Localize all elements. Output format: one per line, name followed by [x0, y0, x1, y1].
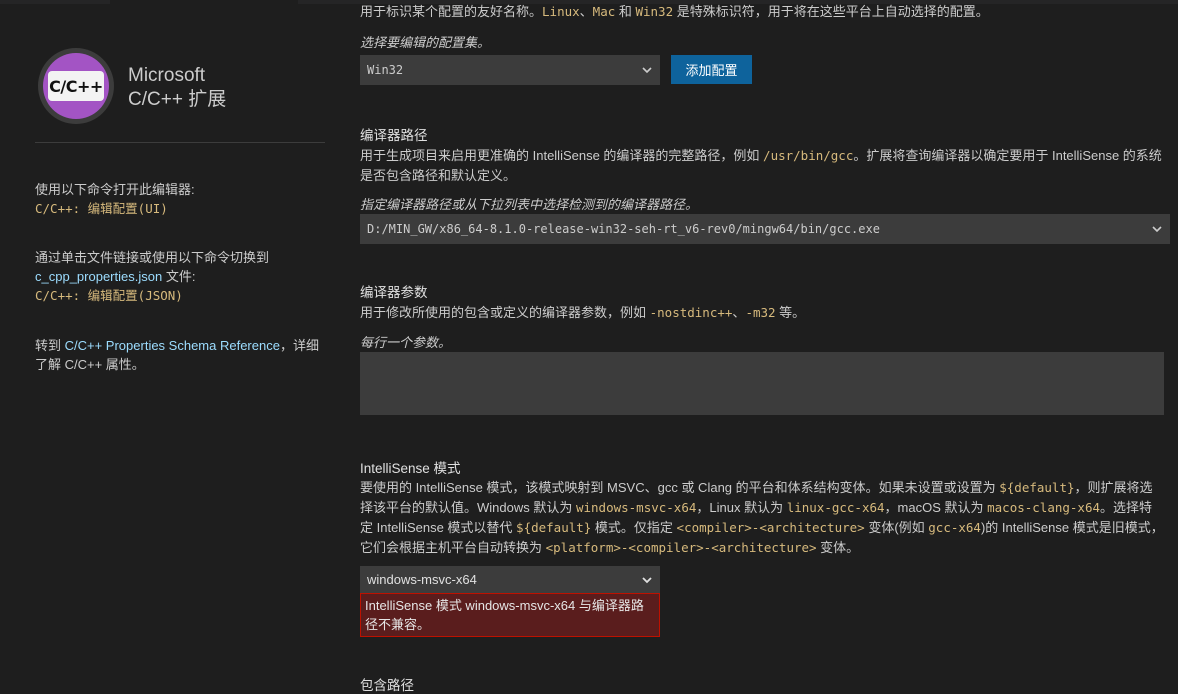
json-file-link[interactable]: c_cpp_properties.json: [35, 269, 162, 284]
compiler-args-desc-a: 用于修改所使用的包含或定义的编译器参数，例如: [360, 305, 650, 320]
sidebar-divider: [35, 142, 325, 143]
open-editor-text: 使用以下命令打开此编辑器:: [35, 182, 195, 197]
compiler-args-desc-b: 等。: [775, 305, 806, 320]
add-configuration-button[interactable]: 添加配置: [671, 55, 752, 84]
is-desc-7: 变体(例如: [864, 520, 929, 535]
schema-prefix: 转到: [35, 338, 65, 353]
chevron-down-icon: [1152, 226, 1162, 233]
logo-label: C/C++: [48, 71, 104, 101]
chevron-down-icon: [642, 576, 652, 583]
intellisense-mode-value: windows-msvc-x64: [367, 572, 477, 587]
code-default: ${default}: [999, 480, 1075, 495]
is-desc-9: 变体。: [816, 540, 860, 555]
intellisense-mode-select[interactable]: windows-msvc-x64: [360, 566, 660, 593]
code-usr-bin-gcc: /usr/bin/gcc: [763, 148, 854, 163]
code-linux-gcc-x64: linux-gcc-x64: [786, 500, 885, 515]
code-platform-compiler-architecture: <platform>-<compiler>-<architecture>: [545, 540, 817, 555]
open-editor-info: 使用以下命令打开此编辑器: C/C++: 编辑配置(UI): [35, 180, 325, 218]
schema-reference-info: 转到 C/C++ Properties Schema Reference，详细了…: [35, 336, 325, 374]
sidebar: C/C++ Microsoft C/C++ 扩展 使用以下命令打开此编辑器: C…: [0, 0, 345, 685]
json-file-suffix: 文件:: [162, 269, 196, 284]
compiler-path-hint: 指定编译器路径或从下拉列表中选择检测到的编译器路径。: [360, 197, 699, 212]
compiler-args-sep: 、: [732, 305, 746, 320]
config-select[interactable]: Win32: [360, 55, 660, 85]
config-name-description: 用于标识某个配置的友好名称。Linux、Mac 和 Win32 是特殊标识符，用…: [360, 2, 1165, 22]
code-macos-clang-x64: macos-clang-x64: [987, 500, 1101, 515]
config-desc-suffix: 是特殊标识符，用于将在这些平台上自动选择的配置。: [673, 4, 989, 19]
switch-json-file-line: c_cpp_properties.json 文件:: [35, 267, 325, 286]
logo-ring: C/C++: [43, 53, 109, 119]
compiler-args-textarea[interactable]: [360, 352, 1164, 415]
compiler-path-value: D:/MIN_GW/x86_64-8.1.0-release-win32-seh…: [367, 222, 880, 236]
open-editor-command: C/C++: 编辑配置(UI): [35, 201, 168, 216]
compiler-args-description: 用于修改所使用的包含或定义的编译器参数，例如 -nostdinc++、-m32 …: [360, 303, 1165, 323]
code-m32: -m32: [745, 305, 776, 320]
brand-line-1: Microsoft: [128, 65, 206, 86]
config-desc-sep: 、: [579, 4, 593, 19]
code-default-2: ${default}: [516, 520, 592, 535]
compiler-path-description: 用于生成项目来启用更准确的 IntelliSense 的编译器的完整路径，例如 …: [360, 146, 1165, 186]
code-nostdinc: -nostdinc++: [649, 305, 733, 320]
extension-title: Microsoft C/C++ 扩展: [128, 64, 226, 112]
compiler-args-hint: 每行一个参数。: [360, 335, 452, 350]
code-mac: Mac: [592, 4, 616, 19]
intellisense-mode-error: IntelliSense 模式 windows-msvc-x64 与编译器路径不…: [360, 593, 660, 637]
include-path-title: 包含路径: [360, 678, 414, 693]
chevron-down-icon: [642, 67, 652, 74]
compiler-path-select[interactable]: D:/MIN_GW/x86_64-8.1.0-release-win32-seh…: [360, 214, 1170, 244]
code-win32: Win32: [635, 4, 674, 19]
code-linux: Linux: [542, 4, 580, 19]
switch-json-text: 通过单击文件链接或使用以下命令切换到: [35, 250, 270, 265]
switch-json-command: C/C++: 编辑配置(JSON): [35, 288, 183, 303]
schema-reference-link[interactable]: C/C++ Properties Schema Reference: [65, 338, 280, 353]
is-desc-6: 模式。仅指定: [591, 520, 677, 535]
is-desc-3: ，Linux 默认为: [696, 500, 787, 515]
intellisense-mode-title: IntelliSense 模式: [360, 461, 461, 476]
config-desc-and: 和: [615, 4, 636, 19]
config-desc-prefix: 用于标识某个配置的友好名称。: [360, 4, 543, 19]
code-windows-msvc-x64: windows-msvc-x64: [575, 500, 697, 515]
cpp-logo-icon: C/C++: [38, 48, 114, 124]
switch-json-info: 通过单击文件链接或使用以下命令切换到 c_cpp_properties.json…: [35, 248, 325, 305]
intellisense-mode-description: 要使用的 IntelliSense 模式，该模式映射到 MSVC、gcc 或 C…: [360, 478, 1165, 558]
is-desc-4: ，macOS 默认为: [884, 500, 988, 515]
code-gcc-x64: gcc-x64: [928, 520, 981, 535]
compiler-path-desc-a: 用于生成项目来启用更准确的 IntelliSense 的编译器的完整路径，例如: [360, 148, 764, 163]
config-select-hint: 选择要编辑的配置集。: [360, 35, 491, 50]
brand-line-2: C/C++ 扩展: [128, 89, 227, 110]
compiler-path-title: 编译器路径: [360, 128, 428, 143]
is-desc-1: 要使用的 IntelliSense 模式，该模式映射到 MSVC、gcc 或 C…: [360, 480, 1000, 495]
code-compiler-architecture: <compiler>-<architecture>: [676, 520, 865, 535]
config-select-value: Win32: [367, 63, 404, 77]
compiler-args-title: 编译器参数: [360, 285, 428, 300]
